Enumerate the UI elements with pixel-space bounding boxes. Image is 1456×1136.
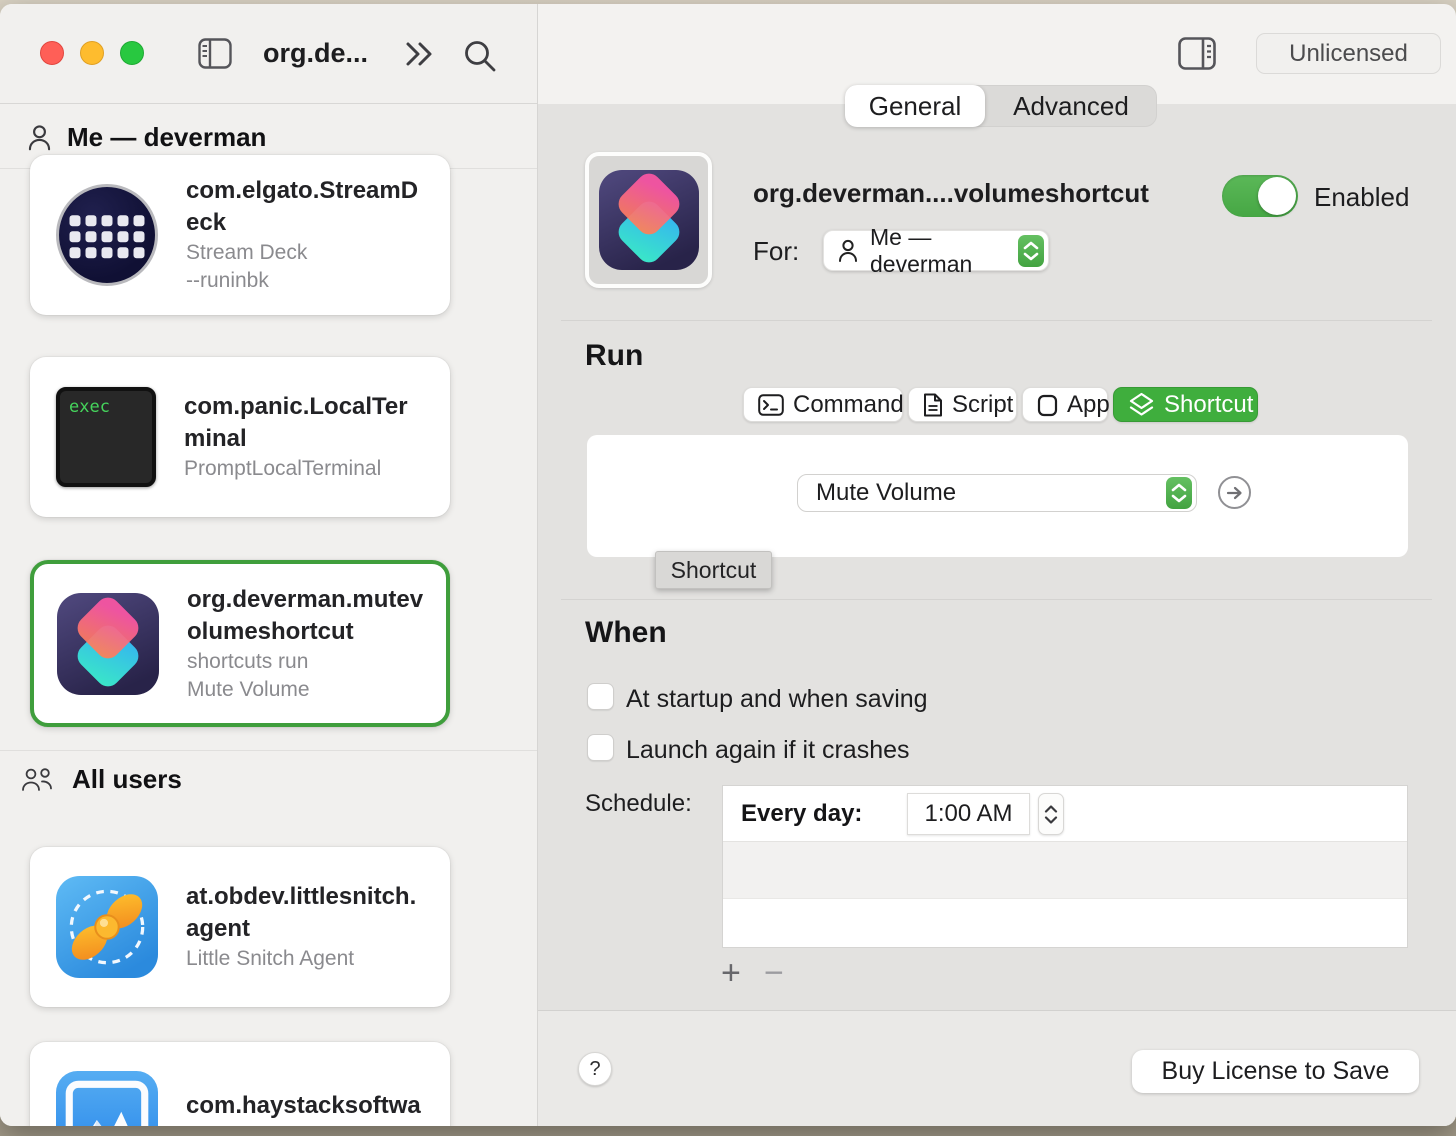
sidebar-toggle-icon[interactable] <box>198 38 232 69</box>
schedule-remove-button[interactable]: − <box>764 956 784 990</box>
shortcut-tooltip: Shortcut <box>655 551 772 589</box>
agent-subtitle: Mute Volume <box>187 676 427 704</box>
schedule-row[interactable]: Every day: 1:00 AM <box>723 786 1407 842</box>
tab-general[interactable]: General <box>845 85 985 127</box>
search-icon[interactable] <box>461 37 499 75</box>
arrow-right-icon <box>1226 485 1244 501</box>
time-stepper[interactable] <box>1038 793 1064 835</box>
agent-title: org.deverman....volumeshortcut <box>753 178 1149 209</box>
for-user-dropdown[interactable]: Me — deverman <box>823 230 1049 271</box>
me-section-header: Me — deverman <box>26 122 563 153</box>
run-mode-script[interactable]: Script <box>908 387 1017 422</box>
schedule-empty-row <box>723 842 1407 899</box>
all-users-section-header: All users <box>18 764 555 795</box>
list-item-arqmonitor[interactable]: com.haystacksoftware.ArqMonitor <box>30 1042 450 1126</box>
agent-id: at.obdev.littlesnitch.agent <box>186 881 426 945</box>
section-divider <box>0 750 537 751</box>
shortcuts-app-icon <box>57 593 159 695</box>
tab-advanced[interactable]: Advanced <box>985 85 1157 127</box>
schedule-table[interactable]: Every day: 1:00 AM <box>722 785 1408 948</box>
agent-id: com.elgato.StreamDeck <box>186 175 426 239</box>
all-users-section-label: All users <box>72 764 182 795</box>
shortcut-picker-dropdown[interactable]: Mute Volume <box>797 474 1197 512</box>
run-section-divider <box>561 320 1432 321</box>
agent-subtitle: --runinbk <box>186 267 426 295</box>
run-mode-command[interactable]: Command <box>743 387 903 422</box>
script-icon <box>923 393 943 417</box>
relaunch-checkbox-label: Launch again if it crashes <box>626 736 910 765</box>
person-icon <box>836 238 860 264</box>
when-heading: When <box>585 616 667 650</box>
shortcut-icon <box>1128 392 1155 418</box>
startup-checkbox[interactable] <box>587 683 614 710</box>
shortcut-picker-value: Mute Volume <box>816 479 1166 507</box>
inspector-toggle-icon[interactable] <box>1178 37 1216 70</box>
agent-id: org.deverman.mutevolumeshortcut <box>187 584 427 648</box>
list-item-littlesnitch[interactable]: at.obdev.littlesnitch.agent Little Snitc… <box>30 847 450 1007</box>
buy-license-button[interactable]: Buy License to Save <box>1132 1050 1419 1093</box>
tab-bar: General Advanced <box>845 85 1157 127</box>
agent-subtitle: Little Snitch Agent <box>186 945 426 973</box>
sidebar: org.de... Me — deverman <box>0 4 537 1126</box>
agent-id: com.haystacksoftware.ArqMonitor <box>186 1090 426 1126</box>
schedule-add-button[interactable]: + <box>721 956 741 990</box>
littlesnitch-app-icon <box>56 876 158 978</box>
for-user-value: Me — deverman <box>870 224 1018 278</box>
enabled-label: Enabled <box>1314 182 1409 213</box>
run-heading: Run <box>585 339 643 373</box>
terminal-app-icon: exec <box>56 387 156 487</box>
relaunch-checkbox[interactable] <box>587 734 614 761</box>
startup-checkbox-label: At startup and when saving <box>626 685 928 714</box>
agent-icon-well <box>585 152 712 288</box>
window-title: org.de... <box>263 38 368 69</box>
agent-id: com.panic.LocalTerminal <box>184 391 424 455</box>
sidebar-divider <box>537 4 538 1126</box>
agent-subtitle: Stream Deck <box>186 239 426 267</box>
unlicensed-button[interactable]: Unlicensed <box>1256 33 1441 74</box>
person-icon <box>26 123 53 153</box>
schedule-label: Schedule: <box>585 790 692 818</box>
arqmonitor-app-icon <box>56 1071 158 1126</box>
titlebar-divider <box>0 103 537 104</box>
people-icon <box>18 765 58 795</box>
minimize-window-button[interactable] <box>80 41 104 65</box>
run-mode-shortcut[interactable]: Shortcut <box>1113 387 1258 422</box>
list-item-streamdeck[interactable]: com.elgato.StreamDeck Stream Deck --runi… <box>30 155 450 315</box>
schedule-time-field[interactable]: 1:00 AM <box>907 793 1030 835</box>
agent-subtitle: PromptLocalTerminal <box>184 455 424 483</box>
help-button[interactable]: ? <box>578 1052 612 1086</box>
enabled-toggle[interactable] <box>1222 175 1298 217</box>
dropdown-stepper-icon <box>1166 477 1192 509</box>
zoom-window-button[interactable] <box>120 41 144 65</box>
schedule-frequency: Every day: <box>741 800 862 828</box>
app-icon <box>1037 393 1058 417</box>
command-icon <box>758 394 784 416</box>
agent-subtitle: shortcuts run <box>187 648 427 676</box>
app-window: org.de... Me — deverman <box>0 4 1456 1126</box>
list-item-localterminal[interactable]: exec com.panic.LocalTerminal PromptLocal… <box>30 357 450 517</box>
when-section-divider <box>561 599 1432 600</box>
open-shortcut-button[interactable] <box>1218 476 1251 509</box>
for-label: For: <box>753 236 799 267</box>
dropdown-stepper-icon <box>1018 235 1044 267</box>
run-mode-app[interactable]: App <box>1022 387 1108 422</box>
streamdeck-app-icon <box>56 184 158 286</box>
me-section-label: Me — deverman <box>67 122 266 153</box>
shortcuts-app-icon <box>599 170 699 270</box>
close-window-button[interactable] <box>40 41 64 65</box>
title-overflow-chevron-icon[interactable] <box>400 40 438 68</box>
list-item-mutevolumeshortcut[interactable]: org.deverman.mutevolumeshortcut shortcut… <box>30 560 450 727</box>
